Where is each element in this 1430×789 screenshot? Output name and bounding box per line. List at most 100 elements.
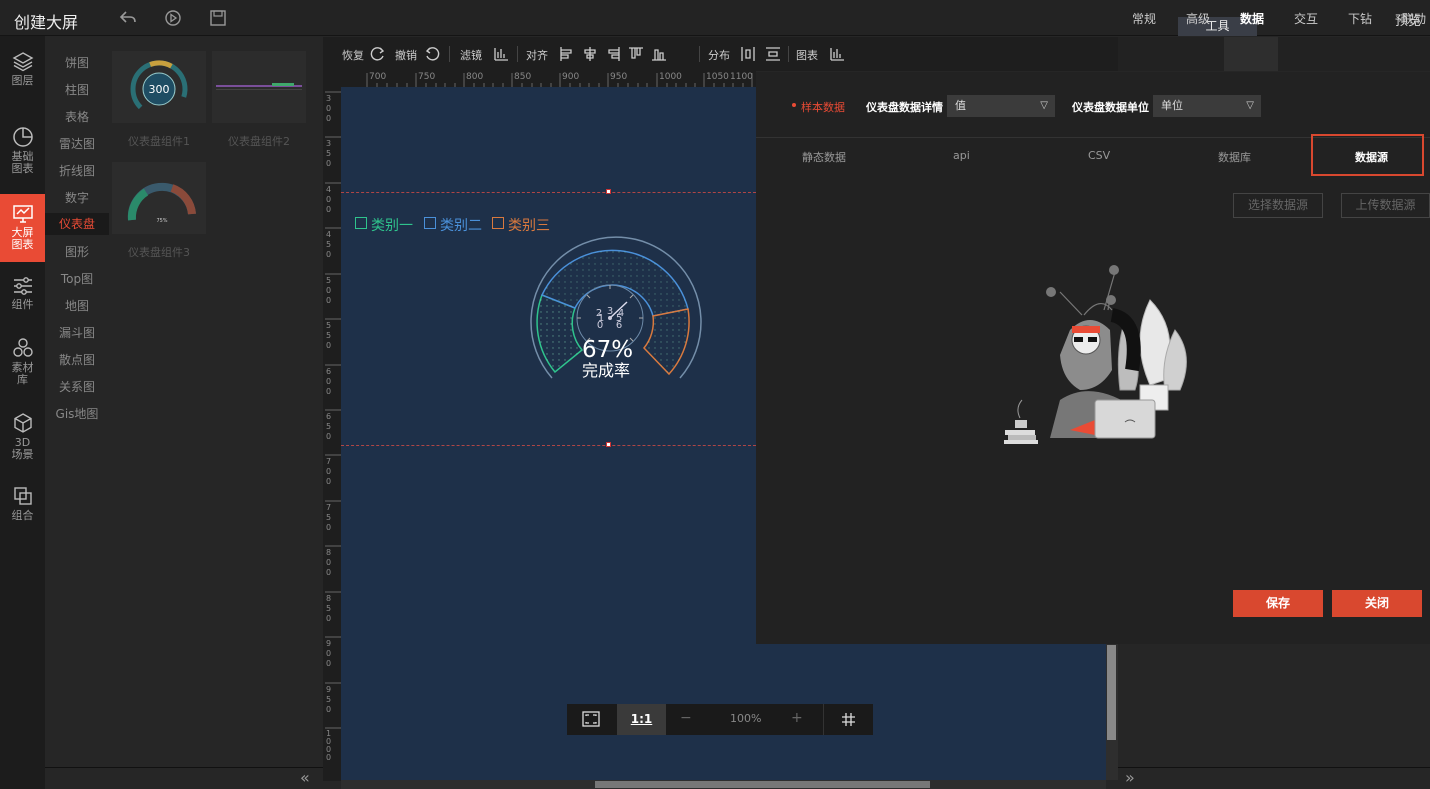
select-datasource-button[interactable]: 选择数据源 [1233, 193, 1323, 218]
category-item[interactable]: 散点图 [45, 349, 109, 371]
zoom-in-button[interactable]: + [791, 710, 803, 726]
back-icon[interactable] [118, 8, 138, 28]
nav-combine[interactable]: 组合 [0, 485, 45, 529]
category-item[interactable]: 折线图 [45, 160, 109, 182]
category-item[interactable]: 表格 [45, 106, 109, 128]
unit-select[interactable]: 单位 ▽ [1153, 95, 1261, 117]
tab-static-data[interactable]: 静态数据 [802, 149, 846, 165]
nav-materials[interactable]: 素材 库 [0, 337, 45, 397]
chart-button[interactable]: 图表 [796, 47, 818, 63]
nav-label: 基础 图表 [11, 150, 34, 175]
legend-item[interactable]: 类别二 [440, 215, 482, 235]
category-item[interactable]: 关系图 [45, 376, 109, 398]
tab-advanced[interactable]: 高级 [1186, 10, 1210, 27]
filter-button[interactable]: 滤镜 [460, 47, 482, 63]
save-icon[interactable] [208, 8, 228, 28]
align-center-icon[interactable] [582, 46, 598, 62]
collapse-left-icon[interactable]: « [300, 768, 310, 787]
align-button[interactable]: 对齐 [526, 47, 548, 63]
unit-label: 仪表盘数据单位 [1072, 101, 1149, 114]
canvas-toolbar: 恢复 撤销 滤镜 对齐 分布 图表 [323, 37, 1118, 71]
vertical-scroll-thumb[interactable] [1107, 645, 1116, 740]
gauge-thumb-1[interactable]: 300 [112, 51, 206, 123]
sample-data-label[interactable]: 样本数据 [801, 99, 845, 115]
resize-handle-bottom[interactable] [606, 442, 611, 447]
dial-label: 0 [597, 320, 603, 331]
selection-guide-top [341, 192, 756, 193]
hexagons-icon [12, 338, 33, 357]
category-item-active[interactable]: 仪表盘 [45, 213, 109, 235]
gauge-thumb-3[interactable]: 75% [112, 162, 206, 234]
nav-label: 3D 场景 [11, 436, 34, 461]
tab-drilldown[interactable]: 下钻 [1348, 10, 1372, 27]
play-icon[interactable] [163, 8, 183, 28]
nav-basic-charts[interactable]: 基础 图表 [0, 126, 45, 186]
ruler-tick-label: 900 [562, 72, 580, 82]
tab-linkage[interactable]: 联动 [1402, 10, 1426, 27]
ruler-tick-label: 1000 [326, 729, 332, 762]
save-button[interactable]: 保存 [1233, 590, 1323, 617]
dial-label: 6 [616, 320, 622, 331]
category-item[interactable]: 雷达图 [45, 133, 109, 155]
nav-screen-charts[interactable]: 大屏 图表 [0, 194, 45, 262]
ruler-tick-label: 950 [326, 685, 332, 714]
category-item[interactable]: 漏斗图 [45, 322, 109, 344]
grid-icon[interactable] [841, 712, 856, 727]
right-footer [1118, 767, 1430, 789]
chart-icon[interactable] [829, 46, 845, 62]
tab-data[interactable]: 数据 [1240, 10, 1264, 27]
tab-interaction[interactable]: 交互 [1294, 10, 1318, 27]
category-item[interactable]: Gis地图 [45, 403, 109, 425]
toolbar-divider [449, 46, 450, 62]
undo-button[interactable]: 撤销 [395, 47, 417, 63]
distribute-h-icon[interactable] [740, 46, 756, 62]
category-item[interactable]: Top图 [45, 268, 109, 290]
component-label: 仪表盘组件2 [228, 135, 290, 148]
legend-item[interactable]: 类别一 [371, 215, 413, 235]
ruler-tick-label: 750 [326, 503, 332, 532]
component-label: 仪表盘组件3 [128, 246, 190, 259]
nav-label: 图层 [11, 74, 34, 87]
zoom-out-button[interactable]: − [680, 710, 692, 726]
gauge-thumb-2[interactable] [212, 51, 306, 123]
tab-api[interactable]: api [953, 149, 970, 162]
zoom-bar: 1:1 − 100% + [567, 704, 873, 735]
category-item[interactable]: 地图 [45, 295, 109, 317]
tab-datasource[interactable]: 数据源 [1355, 149, 1388, 165]
resize-handle-top[interactable] [606, 189, 611, 194]
chevron-down-icon: ▽ [1246, 100, 1254, 111]
distribute-v-icon[interactable] [765, 46, 781, 62]
toolbar-divider [699, 46, 700, 62]
horizontal-scroll-thumb[interactable] [595, 781, 930, 788]
collapse-right-icon[interactable]: » [1125, 768, 1135, 787]
tab-csv[interactable]: CSV [1088, 149, 1110, 162]
nav-layers[interactable]: 图层 [0, 50, 45, 100]
align-right-icon[interactable] [605, 46, 621, 62]
legend-swatch [424, 217, 436, 229]
nav-3d-scene[interactable]: 3D 场景 [0, 412, 45, 468]
bar-chart-icon[interactable] [493, 46, 509, 62]
redo-icon[interactable] [370, 46, 386, 62]
detail-select[interactable]: 值 ▽ [947, 95, 1055, 117]
nav-components[interactable]: 组件 [0, 276, 45, 318]
tab-database[interactable]: 数据库 [1218, 149, 1251, 165]
distribute-button[interactable]: 分布 [708, 47, 730, 63]
fit-screen-icon [582, 711, 600, 727]
category-item[interactable]: 柱图 [45, 79, 109, 101]
category-item[interactable]: 饼图 [45, 52, 109, 74]
close-button[interactable]: 关闭 [1332, 590, 1422, 617]
align-bottom-icon[interactable] [651, 46, 667, 62]
category-item[interactable]: 图形 [45, 241, 109, 263]
upload-datasource-button[interactable]: 上传数据源 [1341, 193, 1430, 218]
ruler-tick-label: 500 [326, 276, 332, 305]
fit-screen-button[interactable] [567, 704, 617, 735]
category-item[interactable]: 数字 [45, 187, 109, 209]
align-top-icon[interactable] [628, 46, 644, 62]
align-left-icon[interactable] [559, 46, 575, 62]
tab-general[interactable]: 常规 [1132, 10, 1156, 27]
ratio-1-1-button[interactable]: 1:1 [617, 704, 666, 735]
ruler-tick-label: 950 [610, 72, 628, 82]
redo-button[interactable]: 恢复 [342, 47, 364, 63]
undo-icon[interactable] [424, 46, 440, 62]
left-nav: 图层 基础 图表 大屏 图表 组件 素材 库 3D 场景 组合 [0, 36, 45, 789]
